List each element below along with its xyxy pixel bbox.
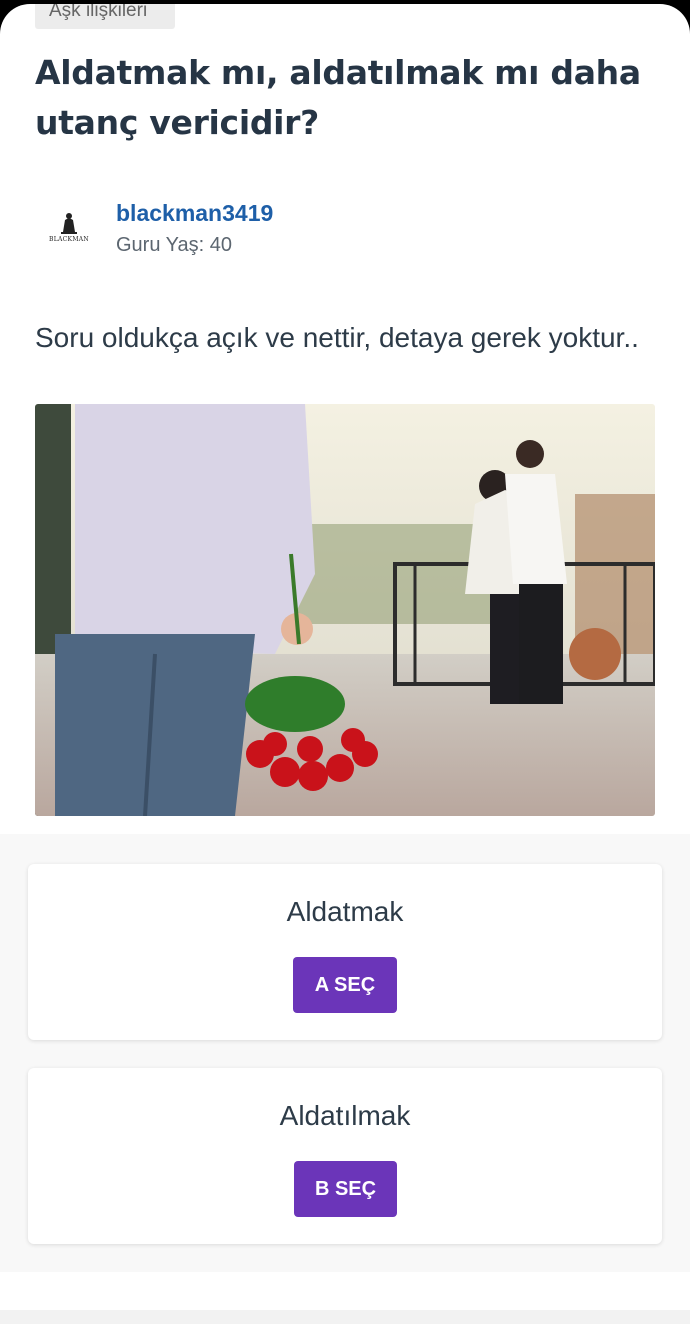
question-image	[35, 404, 655, 816]
question-title: Aldatmak mı, aldatılmak mı daha utanç ve…	[35, 53, 641, 142]
avatar[interactable]: BLACKMAN	[41, 202, 97, 258]
author-meta: Guru Yaş: 40	[116, 234, 232, 256]
bottom-divider	[0, 1310, 690, 1324]
category-tag[interactable]: Aşk ilişkileri	[35, 4, 175, 29]
question-photo[interactable]	[35, 404, 655, 816]
avatar-logo-icon	[61, 213, 77, 234]
question-sheet: Aşk ilişkileri Aldatmak mı, aldatılmak m…	[0, 4, 690, 1324]
poll-options: Aldatmak A SEÇ Aldatılmak B SEÇ	[0, 834, 690, 1272]
select-option-a-button[interactable]: A SEÇ	[293, 957, 397, 1013]
option-card-b: Aldatılmak B SEÇ	[28, 1068, 662, 1244]
option-a-label: Aldatmak	[286, 896, 404, 927]
author-block[interactable]: BLACKMAN blackman3419 Guru Yaş: 40	[35, 196, 655, 268]
option-b-label: Aldatılmak	[279, 1100, 411, 1131]
avatar-logo-text: BLACKMAN	[49, 236, 89, 243]
question-body: Soru oldukça açık ve nettir, detaya gere…	[35, 322, 639, 353]
select-option-b-button[interactable]: B SEÇ	[294, 1161, 397, 1217]
author-username[interactable]: blackman3419	[116, 200, 273, 227]
option-card-a: Aldatmak A SEÇ	[28, 864, 662, 1040]
